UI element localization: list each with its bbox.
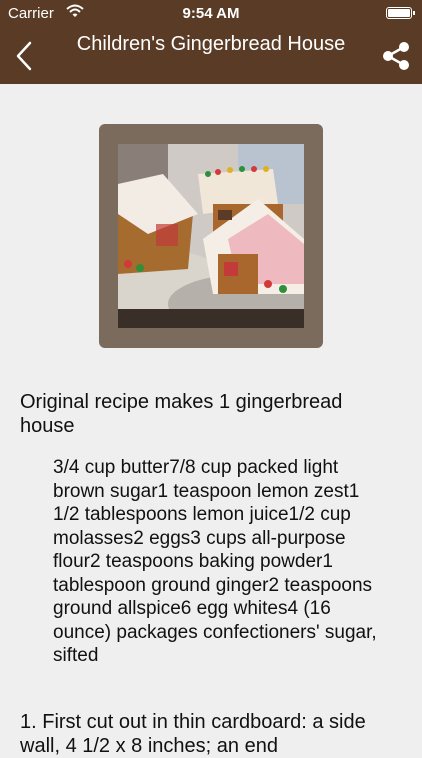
share-icon [383, 42, 409, 70]
recipe-step: 1. First cut out in thin cardboard: a si… [20, 711, 366, 757]
status-time: 9:54 AM [182, 5, 240, 22]
back-button[interactable] [10, 38, 44, 74]
recipe-photo-frame [99, 124, 323, 348]
chevron-left-icon [16, 41, 32, 71]
recipe-yield: Original recipe makes 1 gingerbread hous… [20, 391, 343, 437]
share-button[interactable] [380, 39, 412, 73]
page-title: Children's Gingerbread House [76, 33, 346, 55]
recipe-photo [118, 144, 304, 328]
battery-icon [386, 7, 415, 19]
ingredients-list: 3/4 cup butter7/8 cup packed light brown… [53, 457, 377, 666]
status-bar: Carrier 9:54 AM [0, 0, 422, 28]
nav-bar: Children's Gingerbread House [0, 28, 422, 84]
